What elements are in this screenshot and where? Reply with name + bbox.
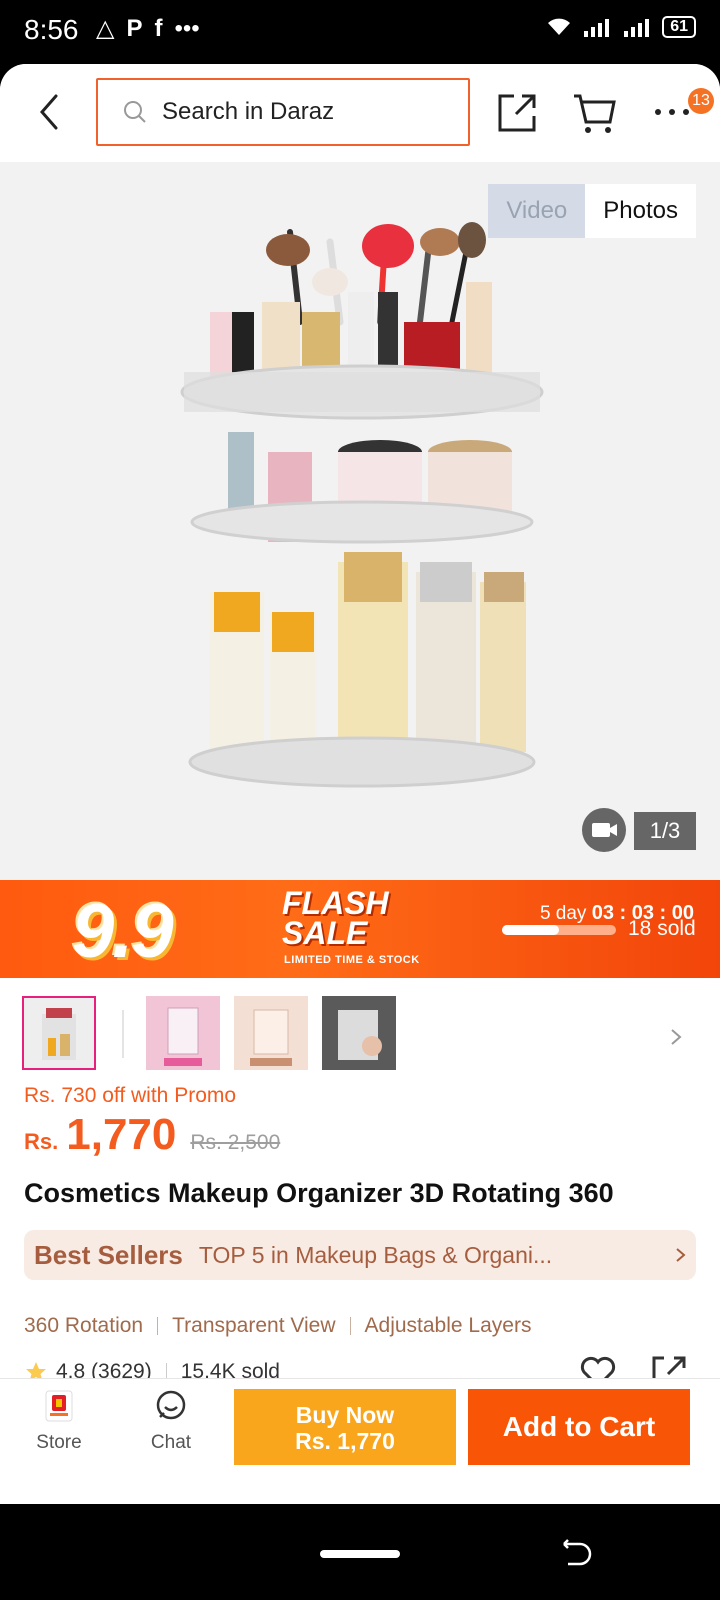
notification-icons: △ P f •••	[96, 14, 200, 43]
status-time: 8:56	[24, 14, 79, 45]
bottom-action-bar: Store Chat Buy Now Rs. 1,770 Add to Cart	[0, 1378, 720, 1474]
feature-tag: 360 Rotation	[24, 1314, 144, 1337]
media-toggle: Video Photos	[488, 184, 696, 238]
chat-icon	[156, 1390, 186, 1420]
thumbnail-strip	[0, 986, 720, 1076]
feature-tag: Adjustable Layers	[364, 1314, 532, 1337]
flash-sold-count: 18 sold	[628, 917, 696, 940]
buy-now-label: Buy Now	[295, 1402, 395, 1428]
product-image	[180, 222, 544, 788]
chat-label: Chat	[150, 1432, 192, 1453]
search-input[interactable]: Search in Daraz	[96, 78, 470, 146]
best-sellers-text: TOP 5 in Makeup Bags & Organi...	[198, 1241, 553, 1268]
flash-sale-title: FLASH SALE	[282, 887, 389, 951]
cart-badge: 13	[688, 88, 714, 114]
video-camera-icon[interactable]	[582, 808, 626, 852]
image-counter: 1/3	[634, 812, 696, 850]
sold-progress-bar	[502, 925, 616, 935]
product-image-gallery[interactable]: Video Photos 1/3	[0, 162, 720, 880]
chevron-right-icon	[676, 1248, 686, 1262]
feature-divider	[349, 1317, 351, 1335]
system-nav-bar	[0, 1504, 720, 1600]
best-sellers-banner[interactable]: Best Sellers TOP 5 in Makeup Bags & Orga…	[24, 1230, 696, 1280]
flash-title-line2: SALE	[282, 915, 368, 951]
thumbnail-2[interactable]	[146, 996, 220, 1070]
home-gesture-pill[interactable]	[320, 1550, 400, 1558]
battery-icon: 61	[662, 16, 696, 38]
store-button[interactable]: Store	[24, 1389, 94, 1454]
original-price: Rs. 2,500	[190, 1131, 281, 1154]
add-to-cart-button[interactable]: Add to Cart	[468, 1389, 690, 1465]
rotate-icon[interactable]	[558, 1536, 592, 1570]
thumbnail-divider	[122, 1010, 124, 1058]
back-icon[interactable]	[30, 90, 70, 134]
flash-subtitle: LIMITED TIME & STOCK	[284, 954, 420, 966]
p-icon: P	[126, 14, 143, 42]
sold-progress-fill	[502, 925, 559, 935]
thumbnail-3[interactable]	[234, 996, 308, 1070]
status-bar: 8:56 △ P f ••• 61	[0, 0, 720, 64]
price-value: 1,770	[66, 1110, 177, 1159]
search-icon	[124, 101, 146, 123]
thumbnail-1[interactable]	[22, 996, 96, 1070]
chat-button[interactable]: Chat	[136, 1389, 206, 1454]
best-sellers-logo: Best Sellers	[34, 1239, 183, 1270]
cart-icon[interactable]	[570, 88, 618, 136]
promo-text[interactable]: Rs. 730 off with Promo	[24, 1084, 236, 1108]
product-title: Cosmetics Makeup Organizer 3D Rotating 3…	[24, 1178, 614, 1208]
campaign-logo: 9.9	[72, 889, 174, 974]
triangle-icon: △	[96, 15, 115, 42]
countdown-days: 5 day	[539, 903, 587, 924]
price-row: Rs. 1,770 Rs. 2,500	[24, 1110, 280, 1164]
store-label: Store	[36, 1432, 82, 1453]
chevron-right-icon[interactable]	[668, 1026, 684, 1048]
buy-now-price: Rs. 1,770	[295, 1428, 395, 1454]
system-icons: 61	[546, 16, 696, 38]
signal-icon	[584, 19, 610, 37]
wifi-icon	[548, 18, 571, 35]
search-placeholder: Search in Daraz	[162, 98, 335, 125]
tab-video[interactable]: Video	[488, 184, 586, 238]
product-page: Search in Daraz 13 Video Photos 1/3 9.9 …	[0, 64, 720, 1504]
feature-tag: Transparent View	[172, 1314, 336, 1337]
store-icon	[45, 1390, 73, 1422]
tab-photos[interactable]: Photos	[585, 184, 696, 238]
thumbnail-4[interactable]	[322, 996, 396, 1070]
top-header: Search in Daraz 13	[0, 64, 720, 162]
price-currency: Rs.	[24, 1129, 59, 1154]
more-notifications-icon: •••	[174, 14, 200, 42]
buy-now-button[interactable]: Buy Now Rs. 1,770	[234, 1389, 456, 1465]
feature-divider	[157, 1317, 159, 1335]
feature-tags: 360 Rotation Transparent View Adjustable…	[24, 1314, 531, 1338]
facebook-icon: f	[154, 14, 163, 42]
signal-icon-2	[624, 19, 650, 37]
share-icon[interactable]	[494, 88, 542, 136]
